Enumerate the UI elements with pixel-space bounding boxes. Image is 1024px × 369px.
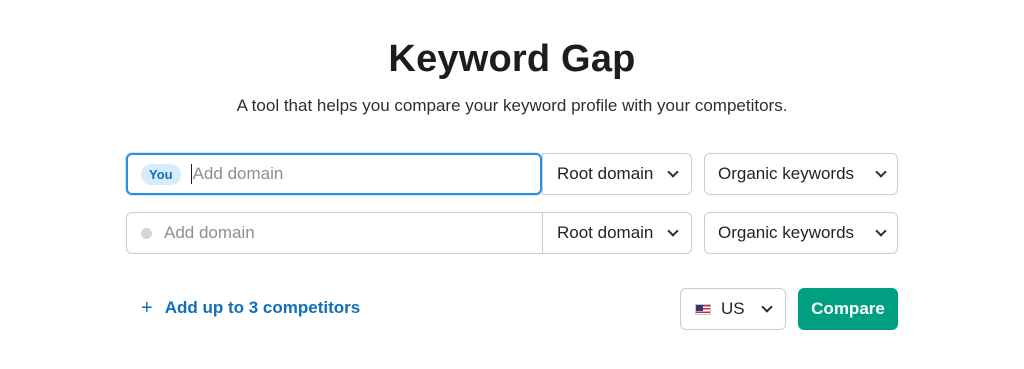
plus-icon: + xyxy=(141,297,153,319)
scope-select-label: Root domain xyxy=(557,164,654,183)
country-label: US xyxy=(721,299,745,318)
page-subtitle: A tool that helps you compare your keywo… xyxy=(236,96,788,115)
competitor-domain-input[interactable] xyxy=(164,223,464,243)
country-select[interactable]: US xyxy=(680,288,786,330)
status-dot-icon xyxy=(141,227,152,239)
competitor-domain-field[interactable] xyxy=(126,212,542,254)
competitor-keyword-type-select[interactable]: Organic keywords xyxy=(704,212,898,254)
page-title: Keyword Gap xyxy=(388,38,636,80)
add-competitors-label: Add up to 3 competitors xyxy=(164,298,361,317)
chevron-down-icon xyxy=(761,301,773,313)
chevron-down-icon xyxy=(875,166,887,178)
keyword-type-label: Organic keywords xyxy=(718,164,855,183)
keyword-type-label: Organic keywords xyxy=(718,223,855,242)
you-domain-input[interactable] xyxy=(192,164,493,184)
domain-row-you: You Root domain Organic keywords xyxy=(126,153,898,195)
add-competitors-link[interactable]: + Add up to 3 competitors xyxy=(141,298,360,318)
competitor-scope-select[interactable]: Root domain xyxy=(542,212,692,254)
us-flag-icon xyxy=(695,303,711,315)
compare-button[interactable]: Compare xyxy=(798,288,898,330)
you-keyword-type-select[interactable]: Organic keywords xyxy=(704,153,898,195)
text-cursor xyxy=(190,164,192,184)
you-scope-select[interactable]: Root domain xyxy=(542,153,692,195)
chevron-down-icon xyxy=(667,166,679,178)
scope-select-label: Root domain xyxy=(557,223,654,242)
chevron-down-icon xyxy=(875,225,887,237)
you-badge: You xyxy=(141,163,181,185)
domain-row-competitor: Root domain Organic keywords xyxy=(126,212,898,254)
you-domain-field[interactable]: You xyxy=(126,153,542,195)
keyword-gap-page: Keyword Gap A tool that helps you compar… xyxy=(0,0,1024,369)
chevron-down-icon xyxy=(667,225,679,237)
